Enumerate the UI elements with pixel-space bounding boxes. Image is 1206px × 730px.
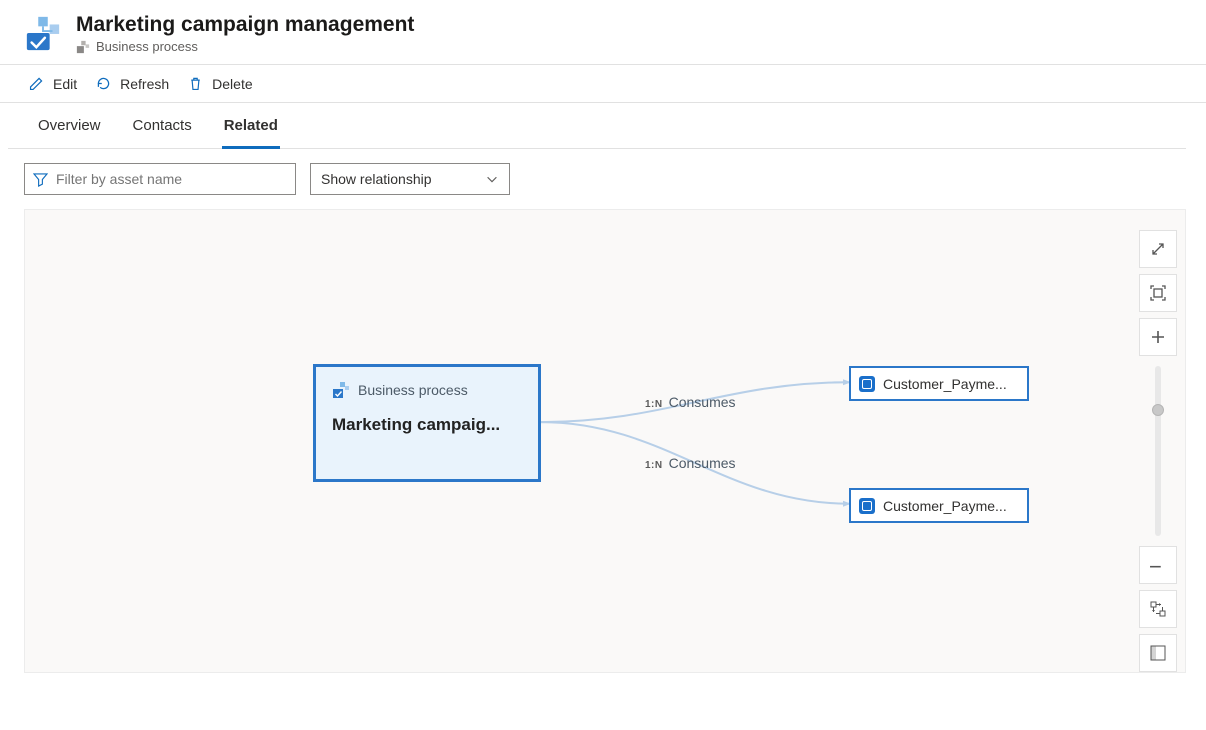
filter-input-wrap[interactable] xyxy=(24,163,296,195)
minimap-icon xyxy=(1149,644,1167,662)
filter-input[interactable] xyxy=(56,171,287,187)
refresh-icon xyxy=(95,75,112,92)
command-bar: Edit Refresh Delete xyxy=(0,65,1206,103)
fullscreen-button[interactable] xyxy=(1139,230,1177,268)
minimap-button[interactable] xyxy=(1139,634,1177,672)
edge-1-cardinality: 1:N xyxy=(645,399,663,410)
filter-row: Show relationship xyxy=(0,149,1206,209)
edge-2-label: Consumes xyxy=(669,455,736,471)
edge-label-1: 1:N Consumes xyxy=(645,394,736,410)
edit-button[interactable]: Edit xyxy=(28,75,77,92)
tab-overview[interactable]: Overview xyxy=(36,103,103,149)
refresh-button[interactable]: Refresh xyxy=(95,75,169,92)
node-leaf-2-label: Customer_Payme... xyxy=(883,498,1007,514)
plus-icon xyxy=(1149,328,1167,346)
zoom-slider[interactable] xyxy=(1155,366,1161,536)
business-process-icon xyxy=(332,381,350,399)
fit-icon xyxy=(1149,284,1167,302)
node-leaf-1[interactable]: Customer_Payme... xyxy=(849,366,1029,401)
tab-contacts[interactable]: Contacts xyxy=(131,103,194,149)
node-main-type: Business process xyxy=(358,382,468,398)
pencil-icon xyxy=(28,75,45,92)
page-subtype-label: Business process xyxy=(96,39,198,54)
fit-button[interactable] xyxy=(1139,274,1177,312)
canvas-tools: − xyxy=(1139,230,1177,672)
layout-button[interactable] xyxy=(1139,590,1177,628)
relationship-canvas[interactable]: Business process Marketing campaig... 1:… xyxy=(24,209,1186,673)
edit-label: Edit xyxy=(53,76,77,92)
page-subtype: Business process xyxy=(76,39,414,54)
zoom-thumb[interactable] xyxy=(1152,404,1164,416)
edge-2-cardinality: 1:N xyxy=(645,460,663,471)
edges xyxy=(25,210,1185,672)
filter-icon xyxy=(33,172,48,187)
delete-label: Delete xyxy=(212,76,252,92)
sql-table-icon xyxy=(859,498,875,514)
node-leaf-2[interactable]: Customer_Payme... xyxy=(849,488,1029,523)
edge-label-2: 1:N Consumes xyxy=(645,455,736,471)
zoom-in-button[interactable] xyxy=(1139,318,1177,356)
layout-icon xyxy=(1149,600,1167,618)
relationship-dropdown[interactable]: Show relationship xyxy=(310,163,510,195)
relationship-dropdown-label: Show relationship xyxy=(321,171,432,187)
chevron-down-icon xyxy=(485,172,499,186)
zoom-out-button[interactable]: − xyxy=(1139,546,1177,584)
page-title: Marketing campaign management xyxy=(76,12,414,37)
delete-button[interactable]: Delete xyxy=(187,75,252,92)
edge-1-label: Consumes xyxy=(669,394,736,410)
refresh-label: Refresh xyxy=(120,76,169,92)
process-small-icon xyxy=(76,40,90,54)
tab-related[interactable]: Related xyxy=(222,103,280,149)
sql-table-icon xyxy=(859,376,875,392)
expand-icon xyxy=(1149,240,1167,258)
minus-icon: − xyxy=(1149,556,1167,574)
node-leaf-1-label: Customer_Payme... xyxy=(883,376,1007,392)
trash-icon xyxy=(187,75,204,92)
page-header: Marketing campaign management Business p… xyxy=(0,0,1206,65)
business-process-icon xyxy=(24,14,62,52)
node-main-title: Marketing campaig... xyxy=(332,415,522,435)
node-main[interactable]: Business process Marketing campaig... xyxy=(313,364,541,482)
tabs: Overview Contacts Related xyxy=(8,103,1186,149)
